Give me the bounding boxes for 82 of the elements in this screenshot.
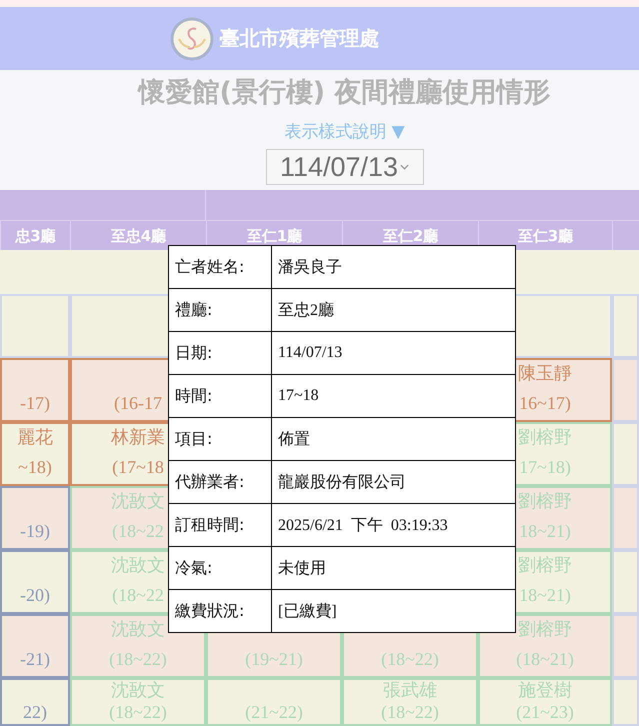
booking-cell[interactable]: 22) — [0, 678, 70, 726]
page-title: 懷愛館(景行樓) 夜間禮廳使用情形 — [138, 76, 551, 110]
detail-value: 潘吳良子 — [272, 246, 516, 288]
deceased-name: 張武雄 — [383, 681, 437, 700]
booking-cell[interactable]: 張武雄 (18~22) — [342, 678, 478, 726]
site-title: 臺北市殯葬管理處 — [220, 25, 380, 52]
booking-cell[interactable]: 劉榕野 (18~21) — [478, 614, 612, 678]
detail-label: 亡者姓名: — [168, 246, 272, 288]
deceased-name: 麗花 — [17, 428, 53, 448]
booking-cell[interactable] — [612, 294, 639, 358]
detail-label: 繳費狀況: — [168, 590, 272, 632]
legend-link[interactable]: 表示樣式說明 ▼ — [284, 120, 405, 143]
deceased-name: 沈敔文 — [111, 681, 165, 700]
time-range: (18~22) — [109, 650, 167, 670]
column-header: 至仁3廳 — [478, 220, 612, 250]
booking-cell[interactable]: -19) — [0, 486, 70, 550]
time-range: (21~23) — [516, 703, 574, 722]
booking-cell[interactable] — [612, 550, 639, 614]
time-range: (19~21) — [245, 650, 303, 670]
detail-label: 禮廳: — [168, 288, 272, 332]
time-range: (18~22) — [381, 650, 439, 670]
deceased-name: 陳玉靜 — [518, 364, 572, 384]
date-select[interactable]: 114/07/13 — [266, 149, 424, 185]
column-header: 忠3廳 — [0, 220, 70, 250]
time-range: (18~22 — [112, 586, 164, 606]
detail-value: 114/07/13 — [272, 332, 516, 374]
time-range: 16~17) — [519, 394, 571, 414]
deceased-name: 沈敔文 — [111, 556, 165, 576]
deceased-name: 劉榕野 — [518, 556, 572, 576]
time-range: (17~18 — [112, 458, 164, 478]
detail-value: 龍巖股份有限公司 — [272, 460, 516, 504]
deceased-name: 沈敔文 — [111, 492, 165, 512]
booking-cell[interactable] — [0, 294, 70, 358]
detail-label: 訂租時間: — [168, 504, 272, 546]
deceased-name: 劉榕野 — [518, 428, 572, 448]
detail-label: 日期: — [168, 332, 272, 374]
detail-value: 佈置 — [272, 418, 516, 460]
column-header — [612, 220, 639, 250]
booking-cell[interactable]: (21~22) — [206, 678, 342, 726]
column-header: 至忠4廳 — [70, 220, 206, 250]
detail-value: [已繳費] — [272, 590, 516, 632]
time-range: (18~22 — [112, 522, 164, 542]
deceased-name: 林新業 — [111, 428, 165, 448]
time-range: 22) — [23, 703, 47, 722]
booking-cell[interactable] — [612, 678, 639, 726]
detail-value: 未使用 — [272, 546, 516, 590]
chevron-icon — [400, 164, 410, 170]
time-range: ~18) — [18, 458, 52, 478]
time-range: (18~21) — [516, 650, 574, 670]
booking-cell[interactable]: -21) — [0, 614, 70, 678]
time-range: (16-17 — [114, 394, 162, 414]
detail-label: 代辦業者: — [168, 460, 272, 504]
booking-cell[interactable] — [612, 614, 639, 678]
time-range: (18~22) — [109, 703, 167, 722]
booking-cell[interactable] — [612, 422, 639, 486]
detail-label: 冷氣: — [168, 546, 272, 590]
deceased-name: 沈敔文 — [111, 620, 165, 640]
booking-cell[interactable] — [612, 358, 639, 422]
detail-value: 17~18 — [272, 374, 516, 418]
time-range: (21~22) — [245, 703, 303, 722]
time-range: -19) — [20, 522, 50, 542]
deceased-name: 劉榕野 — [518, 620, 572, 640]
detail-value: 2025/6/21 下午 03:19:33 — [272, 504, 516, 546]
booking-cell[interactable] — [612, 486, 639, 550]
booking-cell[interactable]: 沈敔文 (18~22) — [70, 678, 206, 726]
time-range: -20) — [20, 586, 50, 606]
time-range: 17~18) — [519, 458, 571, 478]
time-range: (18~22) — [381, 703, 439, 722]
logo-icon — [170, 16, 214, 60]
time-range: -17) — [20, 394, 50, 414]
time-range: 18~21) — [519, 586, 571, 606]
deceased-name: 劉榕野 — [518, 492, 572, 512]
booking-cell[interactable]: 麗花 ~18) — [0, 422, 70, 486]
detail-value: 至忠2廳 — [272, 288, 516, 332]
booking-cell[interactable]: -20) — [0, 550, 70, 614]
time-range: -21) — [20, 650, 50, 670]
booking-cell[interactable]: 施登樹 (21~23) — [478, 678, 612, 726]
time-range: 18~21) — [519, 522, 571, 542]
detail-label: 時間: — [168, 374, 272, 418]
detail-label: 項目: — [168, 418, 272, 460]
booking-cell[interactable]: -17) — [0, 358, 70, 422]
deceased-name: 施登樹 — [518, 681, 572, 700]
